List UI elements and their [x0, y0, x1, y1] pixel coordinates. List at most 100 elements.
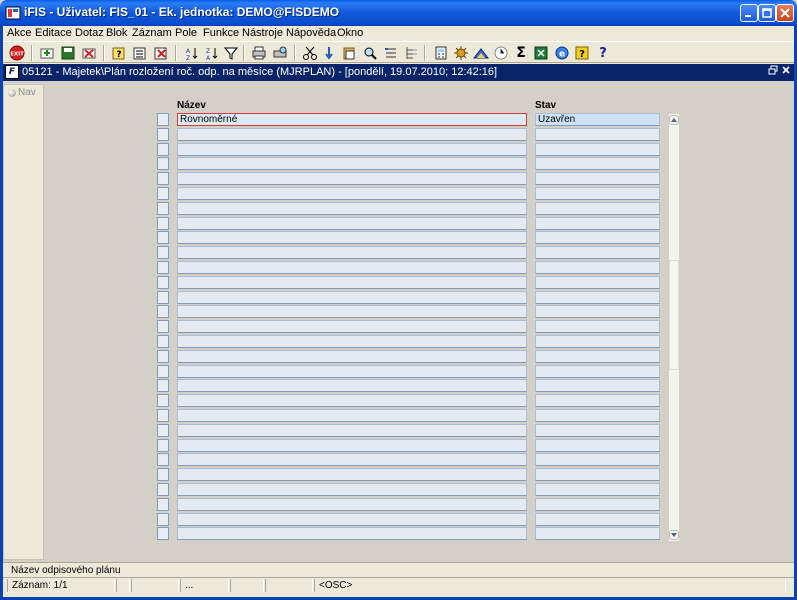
exit-button[interactable]: EXIT — [9, 45, 25, 61]
browser-button[interactable]: e — [554, 45, 570, 61]
name-field[interactable] — [177, 261, 527, 274]
state-field[interactable] — [535, 305, 660, 318]
name-field[interactable] — [177, 483, 527, 496]
row-selector[interactable] — [157, 276, 169, 289]
cut-button[interactable] — [302, 45, 318, 61]
print-button[interactable] — [251, 45, 267, 61]
sort-asc-button[interactable]: AZ — [183, 45, 199, 61]
row-selector[interactable] — [157, 335, 169, 348]
row-selector[interactable] — [157, 128, 169, 141]
nav-panel[interactable]: Nav — [3, 84, 44, 560]
row-selector[interactable] — [157, 143, 169, 156]
state-field[interactable] — [535, 468, 660, 481]
minimize-button[interactable] — [740, 4, 758, 22]
name-field[interactable] — [177, 305, 527, 318]
row-selector[interactable] — [157, 320, 169, 333]
name-field[interactable] — [177, 128, 527, 141]
menu-zaznam[interactable]: Záznam — [132, 27, 172, 39]
name-field[interactable] — [177, 291, 527, 304]
query-button[interactable]: ? — [111, 45, 127, 61]
row-selector[interactable] — [157, 157, 169, 170]
name-field[interactable] — [177, 217, 527, 230]
name-field[interactable] — [177, 231, 527, 244]
menu-editace[interactable]: Editace — [35, 27, 72, 39]
restore-button[interactable] — [767, 65, 779, 78]
name-field[interactable] — [177, 172, 527, 185]
name-field[interactable]: Rovnoměrné — [177, 113, 527, 126]
state-field[interactable] — [535, 483, 660, 496]
name-field[interactable] — [177, 394, 527, 407]
name-field[interactable] — [177, 379, 527, 392]
name-field[interactable] — [177, 527, 527, 540]
state-field[interactable] — [535, 350, 660, 363]
filter-button[interactable] — [223, 45, 239, 61]
name-field[interactable] — [177, 350, 527, 363]
state-field[interactable]: Uzavřen — [535, 113, 660, 126]
state-field[interactable] — [535, 143, 660, 156]
search-button[interactable] — [362, 45, 378, 61]
sort-desc-button[interactable]: ZA — [203, 45, 219, 61]
state-field[interactable] — [535, 217, 660, 230]
row-selector[interactable] — [157, 172, 169, 185]
settings-button[interactable] — [453, 45, 469, 61]
row-selector[interactable] — [157, 291, 169, 304]
name-field[interactable] — [177, 187, 527, 200]
title-bar[interactable]: iFIS - Uživatel: FIS_01 - Ek. jednotka: … — [0, 0, 797, 26]
row-selector[interactable] — [157, 187, 169, 200]
clock-button[interactable] — [493, 45, 509, 61]
state-field[interactable] — [535, 128, 660, 141]
scroll-up-button[interactable] — [669, 115, 679, 125]
state-field[interactable] — [535, 157, 660, 170]
menu-pole[interactable]: Pole — [175, 27, 197, 39]
form-close-button[interactable] — [780, 65, 792, 78]
name-field[interactable] — [177, 409, 527, 422]
list-button[interactable] — [383, 45, 399, 61]
row-selector[interactable] — [157, 113, 169, 126]
row-selector[interactable] — [157, 365, 169, 378]
row-selector[interactable] — [157, 231, 169, 244]
state-field[interactable] — [535, 498, 660, 511]
name-field[interactable] — [177, 424, 527, 437]
help-button[interactable]: ? — [574, 45, 590, 61]
name-field[interactable] — [177, 439, 527, 452]
menu-akce[interactable]: Akce — [7, 27, 31, 39]
state-field[interactable] — [535, 231, 660, 244]
name-field[interactable] — [177, 453, 527, 466]
paste-button[interactable] — [341, 45, 357, 61]
tree-button[interactable] — [403, 45, 419, 61]
row-selector[interactable] — [157, 453, 169, 466]
menu-funkce[interactable]: Funkce — [203, 27, 239, 39]
state-field[interactable] — [535, 394, 660, 407]
name-field[interactable] — [177, 513, 527, 526]
state-field[interactable] — [535, 439, 660, 452]
menu-nastroje[interactable]: Nástroje — [242, 27, 283, 39]
calculator-button[interactable] — [433, 45, 449, 61]
state-field[interactable] — [535, 261, 660, 274]
row-selector[interactable] — [157, 379, 169, 392]
row-selector[interactable] — [157, 217, 169, 230]
row-selector[interactable] — [157, 305, 169, 318]
name-field[interactable] — [177, 157, 527, 170]
state-field[interactable] — [535, 424, 660, 437]
row-selector[interactable] — [157, 483, 169, 496]
save-button[interactable] — [60, 45, 76, 61]
scroll-thumb[interactable] — [669, 260, 679, 370]
cancel-query-button[interactable] — [153, 45, 169, 61]
state-field[interactable] — [535, 335, 660, 348]
name-field[interactable] — [177, 320, 527, 333]
chart-button[interactable] — [473, 45, 489, 61]
state-field[interactable] — [535, 291, 660, 304]
copy-button[interactable] — [321, 45, 337, 61]
row-selector[interactable] — [157, 409, 169, 422]
row-selector[interactable] — [157, 246, 169, 259]
row-selector[interactable] — [157, 527, 169, 540]
state-field[interactable] — [535, 246, 660, 259]
state-field[interactable] — [535, 276, 660, 289]
state-field[interactable] — [535, 172, 660, 185]
state-field[interactable] — [535, 453, 660, 466]
row-selector[interactable] — [157, 424, 169, 437]
maximize-button[interactable] — [758, 4, 776, 22]
name-field[interactable] — [177, 276, 527, 289]
print-preview-button[interactable] — [272, 45, 288, 61]
excel-button[interactable] — [533, 45, 549, 61]
